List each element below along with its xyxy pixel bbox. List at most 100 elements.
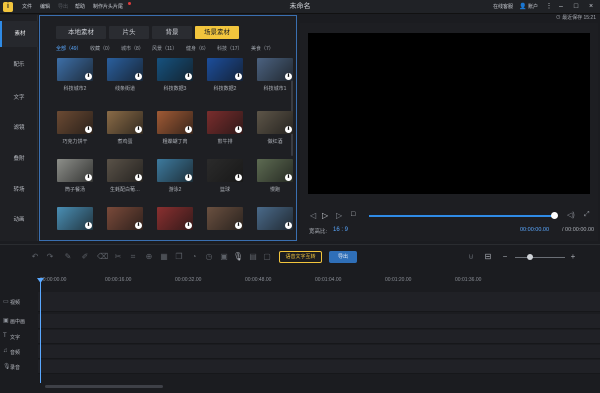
download-icon[interactable]: ⬇ <box>285 174 292 181</box>
download-icon[interactable]: ⬇ <box>285 222 292 229</box>
export-button[interactable]: 导出 <box>329 251 357 263</box>
crop-icon[interactable]: ⌗ <box>128 252 138 262</box>
tab-background[interactable]: 背景 <box>152 26 192 39</box>
material-thumbnail[interactable]: ⬇ <box>257 207 293 230</box>
magnet-icon[interactable]: ⊍ <box>466 252 476 261</box>
download-icon[interactable]: ⬇ <box>285 73 292 80</box>
timeline-zoom-slider[interactable] <box>515 257 565 258</box>
download-icon[interactable]: ⬇ <box>135 126 142 133</box>
download-icon[interactable]: ⬇ <box>85 174 92 181</box>
zoom-in-timeline-icon[interactable]: + <box>568 252 578 261</box>
timer-icon[interactable]: ◷ <box>204 252 214 261</box>
playback-progress-knob[interactable] <box>551 212 558 219</box>
download-icon[interactable]: ⬇ <box>235 73 242 80</box>
timeline-zoom-knob[interactable] <box>527 254 533 260</box>
more-icon[interactable]: ⋮ <box>544 0 554 14</box>
user-icon[interactable]: 👤 <box>519 0 526 14</box>
track-picture-in-picture[interactable] <box>38 314 600 329</box>
microphone-icon[interactable]: 🎙 <box>233 252 243 261</box>
material-thumbnail[interactable]: ⬇ <box>57 159 93 182</box>
track-video[interactable] <box>38 292 600 312</box>
category-scenery[interactable]: 风景（11） <box>152 45 177 52</box>
freeze-frame-icon[interactable]: ❐ <box>174 252 184 261</box>
category-fitness[interactable]: 健身（6） <box>186 45 209 52</box>
tab-intro[interactable]: 片头 <box>109 26 149 39</box>
material-thumbnail[interactable]: ⬇ <box>207 207 243 230</box>
next-frame-icon[interactable]: ▷ <box>336 211 342 220</box>
rail-materials[interactable]: 素材 <box>0 21 38 47</box>
tab-scene-materials[interactable]: 场景素材 <box>195 26 239 39</box>
mosaic-icon[interactable]: ▦ <box>159 252 169 261</box>
download-icon[interactable]: ⬇ <box>235 222 242 229</box>
category-food[interactable]: 美食（7） <box>251 45 274 52</box>
speed-icon[interactable]: ◔ <box>189 252 199 261</box>
playback-progress[interactable] <box>369 215 555 217</box>
rail-animation[interactable]: 动画 <box>0 215 38 223</box>
material-thumbnail[interactable]: ⬇ <box>257 58 293 81</box>
fullscreen-icon[interactable]: ⤢ <box>584 211 590 219</box>
download-icon[interactable]: ⬇ <box>185 174 192 181</box>
material-thumbnail[interactable]: ⬇ <box>207 159 243 182</box>
download-icon[interactable]: ⬇ <box>185 126 192 133</box>
prev-frame-icon[interactable]: ◁ <box>310 211 316 220</box>
zoom-in-icon[interactable]: ⊕ <box>144 252 154 261</box>
menu-edit[interactable]: 编辑 <box>40 0 50 14</box>
screen-record-icon[interactable]: ▣ <box>219 252 229 261</box>
material-thumbnail[interactable]: ⬇ <box>107 58 143 81</box>
delete-icon[interactable]: ⌫ <box>97 252 108 261</box>
rail-overlay[interactable]: 叠附 <box>0 154 38 162</box>
maximize-button[interactable]: □ <box>571 0 581 14</box>
speech-to-text-button[interactable]: 语音文字互转 <box>279 251 322 263</box>
online-support-link[interactable]: 在线客服 <box>493 0 513 14</box>
fit-timeline-icon[interactable]: ⊟ <box>483 252 493 261</box>
material-thumbnail[interactable]: ⬇ <box>207 111 243 134</box>
download-icon[interactable]: ⬇ <box>135 174 142 181</box>
tab-local-materials[interactable]: 本地素材 <box>56 26 106 39</box>
menu-help[interactable]: 帮助 <box>75 0 85 14</box>
download-icon[interactable]: ⬇ <box>235 174 242 181</box>
material-thumbnail[interactable]: ⬇ <box>57 58 93 81</box>
account-link[interactable]: 账户 <box>528 0 538 14</box>
playhead[interactable] <box>40 278 41 383</box>
material-thumbnail[interactable]: ⬇ <box>157 58 193 81</box>
material-thumbnail[interactable]: ⬇ <box>107 159 143 182</box>
download-icon[interactable]: ⬇ <box>85 222 92 229</box>
zoom-out-icon[interactable]: − <box>500 252 510 261</box>
edit-icon[interactable]: ✐ <box>80 252 90 261</box>
material-thumbnail[interactable]: ⬇ <box>257 159 293 182</box>
timeline-scrollbar[interactable] <box>45 385 163 388</box>
volume-icon[interactable]: ◁) <box>567 211 575 219</box>
play-icon[interactable]: ▷ <box>322 211 328 220</box>
pen-icon[interactable]: ✎ <box>63 252 73 261</box>
minimize-button[interactable]: – <box>556 0 566 14</box>
aspect-icon[interactable]: ▢ <box>262 252 272 261</box>
undo-icon[interactable]: ↶ <box>30 252 40 261</box>
close-button[interactable]: × <box>586 0 596 14</box>
menu-export[interactable]: 导出 <box>58 0 68 14</box>
stop-icon[interactable]: □ <box>351 211 355 218</box>
material-thumbnail[interactable]: ⬇ <box>207 58 243 81</box>
subtitle-icon[interactable]: ▤ <box>248 252 258 261</box>
rail-filter[interactable]: 滤镜 <box>0 123 38 131</box>
download-icon[interactable]: ⬇ <box>185 73 192 80</box>
download-icon[interactable]: ⬇ <box>135 73 142 80</box>
track-text[interactable] <box>38 330 600 344</box>
download-icon[interactable]: ⬇ <box>85 126 92 133</box>
track-recording[interactable] <box>38 360 600 374</box>
download-icon[interactable]: ⬇ <box>85 73 92 80</box>
redo-icon[interactable]: ↷ <box>45 252 55 261</box>
material-thumbnail[interactable]: ⬇ <box>257 111 293 134</box>
download-icon[interactable]: ⬇ <box>285 126 292 133</box>
split-icon[interactable]: ✂ <box>113 252 123 261</box>
rail-transition[interactable]: 转场 <box>0 185 38 193</box>
rail-music[interactable]: 配乐 <box>0 60 38 68</box>
category-all[interactable]: 全部（49） <box>56 45 82 52</box>
material-thumbnail[interactable]: ⬇ <box>157 159 193 182</box>
menu-file[interactable]: 文件 <box>22 0 32 14</box>
material-thumbnail[interactable]: ⬇ <box>157 207 193 230</box>
material-thumbnail[interactable]: ⬇ <box>57 207 93 230</box>
category-city[interactable]: 城市（8） <box>121 45 144 52</box>
menu-make-intro-outro[interactable]: 制作片头片尾 <box>93 0 123 14</box>
download-icon[interactable]: ⬇ <box>185 222 192 229</box>
download-icon[interactable]: ⬇ <box>235 126 242 133</box>
